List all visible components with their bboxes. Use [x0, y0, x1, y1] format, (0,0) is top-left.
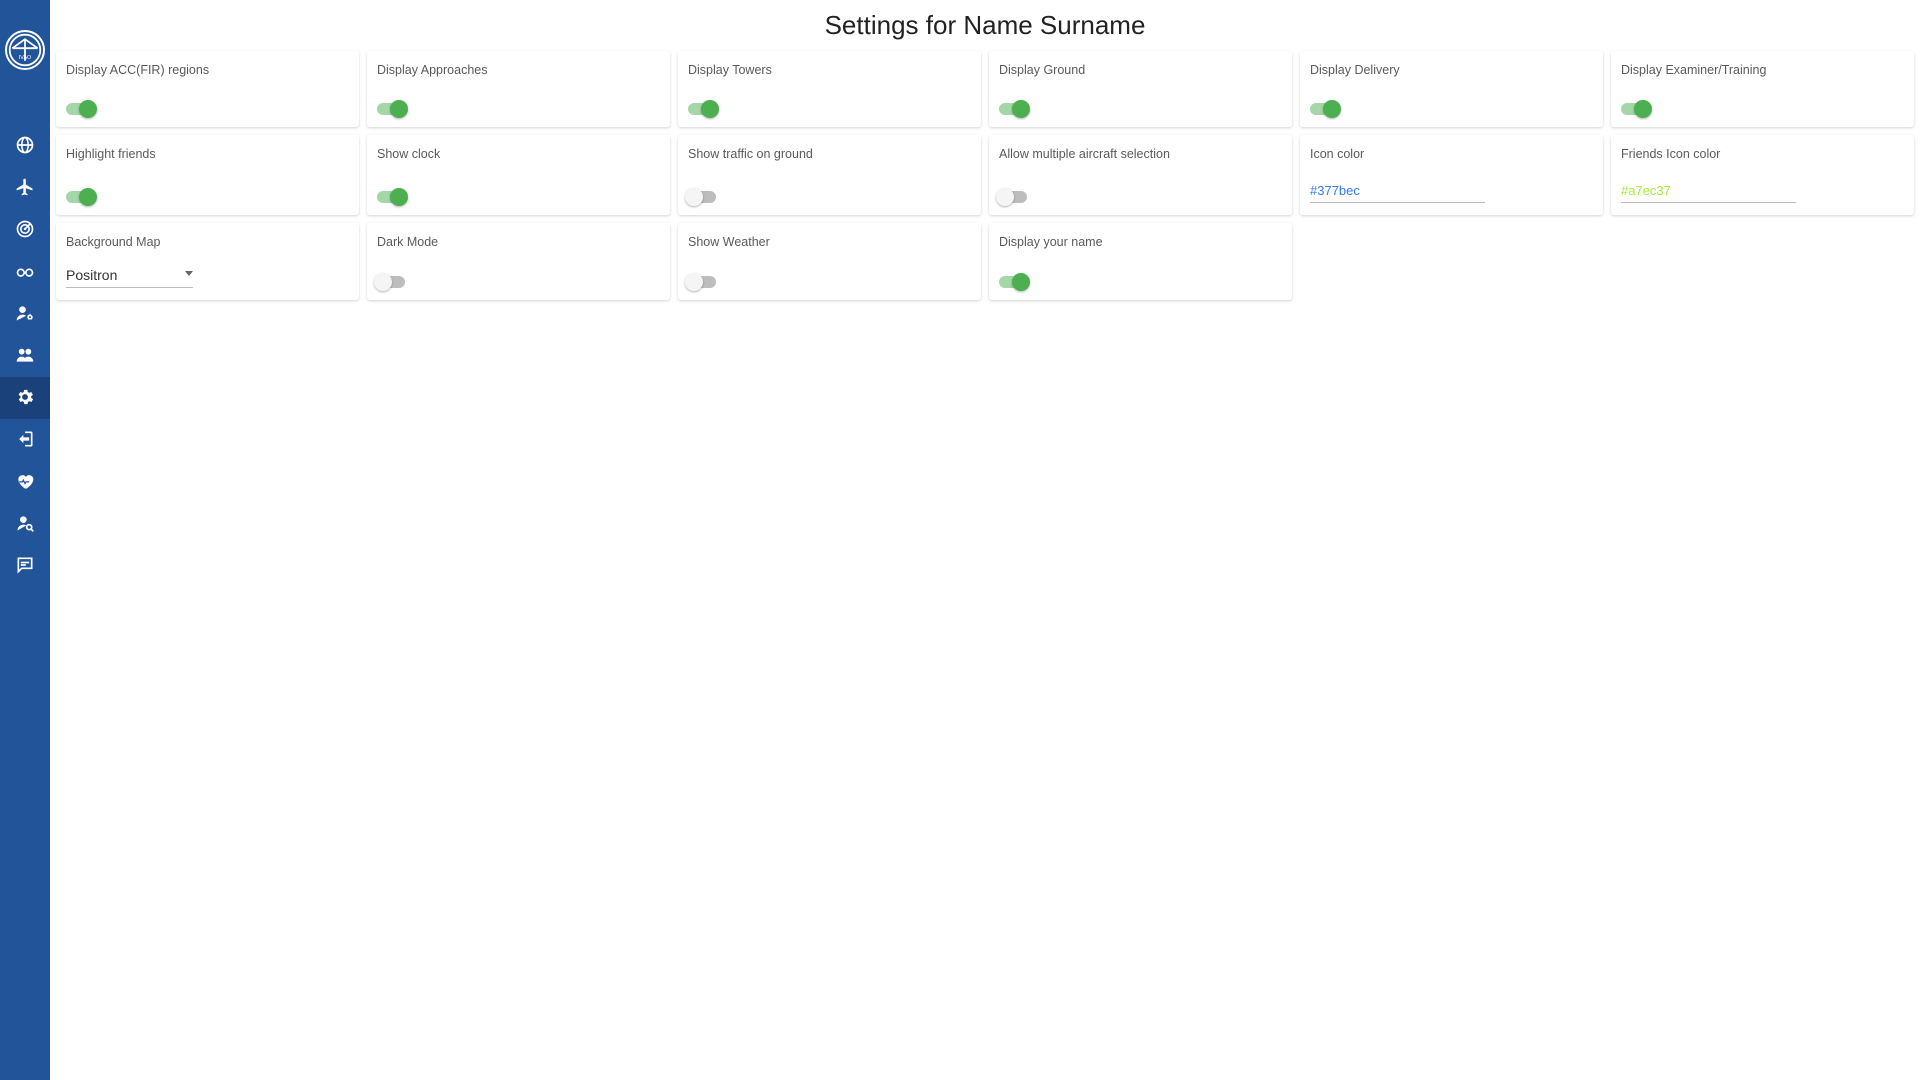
toggle-your_name[interactable]	[999, 276, 1027, 288]
toggle-knob	[1012, 273, 1030, 291]
nav-health[interactable]	[0, 461, 50, 503]
friends-icon	[15, 345, 35, 368]
card-label: Display ACC(FIR) regions	[66, 63, 349, 77]
card-traffic: Show traffic on ground	[678, 135, 981, 215]
card-clock: Show clock	[367, 135, 670, 215]
card-multi_sel: Allow multiple aircraft selection	[989, 135, 1292, 215]
radar-icon	[15, 219, 35, 242]
card-label: Background Map	[66, 235, 349, 249]
toggle-clock[interactable]	[377, 191, 405, 203]
toggle-knob	[701, 100, 719, 118]
toggle-traffic[interactable]	[688, 191, 716, 203]
card-label: Display Examiner/Training	[1621, 63, 1904, 77]
card-label: Display Ground	[999, 63, 1282, 77]
card-dark: Dark Mode	[367, 223, 670, 300]
card-friend_col: Friends Icon color	[1611, 135, 1914, 215]
nav-radar[interactable]	[0, 209, 50, 251]
toggle-multi_sel[interactable]	[999, 191, 1027, 203]
toggle-knob	[374, 273, 392, 291]
card-label: Highlight friends	[66, 147, 349, 161]
toggle-knob	[685, 188, 703, 206]
card-label: Icon color	[1310, 147, 1593, 161]
logo: IVAO	[5, 30, 45, 70]
plane-icon	[15, 177, 35, 200]
toggle-knob	[1012, 100, 1030, 118]
card-towers: Display Towers	[678, 51, 981, 127]
card-label: Display Delivery	[1310, 63, 1593, 77]
toggle-knob	[685, 273, 703, 291]
settings-grid: Display ACC(FIR) regions Display Approach…	[56, 51, 1914, 300]
toggle-knob	[79, 188, 97, 206]
card-bg_map: Background Map Positron	[56, 223, 359, 300]
chat-icon	[15, 555, 35, 578]
sidebar: IVAO	[0, 0, 50, 1080]
user-cog-icon	[15, 303, 35, 326]
card-acc_fir: Display ACC(FIR) regions	[56, 51, 359, 127]
chevron-down-icon	[185, 271, 193, 276]
toggle-knob	[996, 188, 1014, 206]
toggle-knob	[390, 188, 408, 206]
sidebar-nav	[0, 125, 50, 587]
select-wrap-bg_map: Positron	[66, 267, 193, 288]
toggle-ground[interactable]	[999, 103, 1027, 115]
glasses-icon	[15, 261, 35, 284]
nav-plane[interactable]	[0, 167, 50, 209]
page-title: Settings for Name Surname	[56, 10, 1914, 41]
svg-text:IVAO: IVAO	[19, 55, 31, 61]
card-label: Allow multiple aircraft selection	[999, 147, 1282, 161]
settings-icon	[15, 387, 35, 410]
nav-globe[interactable]	[0, 125, 50, 167]
card-label: Show Weather	[688, 235, 971, 249]
card-delivery: Display Delivery	[1300, 51, 1603, 127]
card-examiner: Display Examiner/Training	[1611, 51, 1914, 127]
search-user-icon	[15, 513, 35, 536]
card-label: Friends Icon color	[1621, 147, 1904, 161]
card-weather: Show Weather	[678, 223, 981, 300]
nav-user-cog[interactable]	[0, 293, 50, 335]
toggle-examiner[interactable]	[1621, 103, 1649, 115]
nav-search-user[interactable]	[0, 503, 50, 545]
health-icon	[15, 471, 35, 494]
input-friend_col[interactable]	[1621, 179, 1796, 203]
nav-glasses[interactable]	[0, 251, 50, 293]
toggle-hl_friends[interactable]	[66, 191, 94, 203]
card-appr: Display Approaches	[367, 51, 670, 127]
card-icon_color: Icon color	[1300, 135, 1603, 215]
select-value-text: Positron	[66, 267, 117, 283]
card-your_name: Display your name	[989, 223, 1292, 300]
nav-logout[interactable]	[0, 419, 50, 461]
nav-chat[interactable]	[0, 545, 50, 587]
card-hl_friends: Highlight friends	[56, 135, 359, 215]
nav-settings[interactable]	[0, 377, 50, 419]
toggle-knob	[1323, 100, 1341, 118]
card-label: Show clock	[377, 147, 660, 161]
toggle-knob	[79, 100, 97, 118]
select-bg_map[interactable]: Positron	[66, 267, 193, 288]
card-ground: Display Ground	[989, 51, 1292, 127]
nav-friends[interactable]	[0, 335, 50, 377]
globe-icon	[15, 135, 35, 158]
toggle-weather[interactable]	[688, 276, 716, 288]
card-label: Display Approaches	[377, 63, 660, 77]
main: Settings for Name Surname Display ACC(FI…	[50, 0, 1920, 1080]
toggle-knob	[1634, 100, 1652, 118]
toggle-dark[interactable]	[377, 276, 405, 288]
card-label: Display Towers	[688, 63, 971, 77]
card-label: Dark Mode	[377, 235, 660, 249]
toggle-knob	[390, 100, 408, 118]
card-label: Display your name	[999, 235, 1282, 249]
toggle-towers[interactable]	[688, 103, 716, 115]
input-icon_color[interactable]	[1310, 179, 1485, 203]
toggle-delivery[interactable]	[1310, 103, 1338, 115]
logout-icon	[15, 429, 35, 452]
toggle-acc_fir[interactable]	[66, 103, 94, 115]
card-label: Show traffic on ground	[688, 147, 971, 161]
toggle-appr[interactable]	[377, 103, 405, 115]
